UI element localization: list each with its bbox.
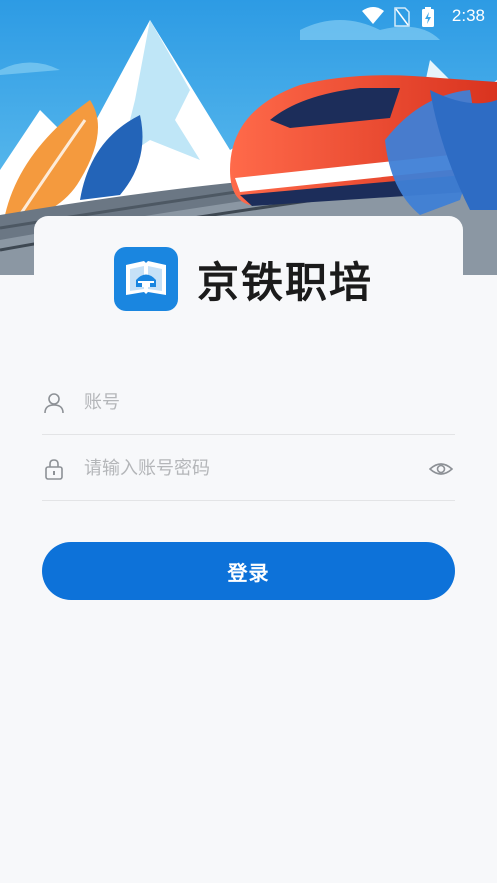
account-input[interactable] xyxy=(84,392,455,413)
login-button[interactable]: 登录 xyxy=(42,542,455,600)
account-field xyxy=(42,371,455,435)
no-sim-icon xyxy=(394,7,410,31)
status-time: 2:38 xyxy=(451,6,485,25)
battery-charging-icon xyxy=(422,7,434,31)
wifi-icon xyxy=(362,7,384,29)
eye-icon[interactable] xyxy=(428,457,454,481)
book-temple-logo-icon xyxy=(114,247,178,311)
password-input[interactable] xyxy=(84,458,429,479)
lock-icon xyxy=(42,457,66,481)
status-bar: 2:38 xyxy=(0,0,497,34)
user-icon xyxy=(42,391,66,415)
app-name: 京铁职培 xyxy=(197,257,374,307)
password-field xyxy=(42,437,455,501)
app-header: 京铁职培 xyxy=(114,247,373,311)
